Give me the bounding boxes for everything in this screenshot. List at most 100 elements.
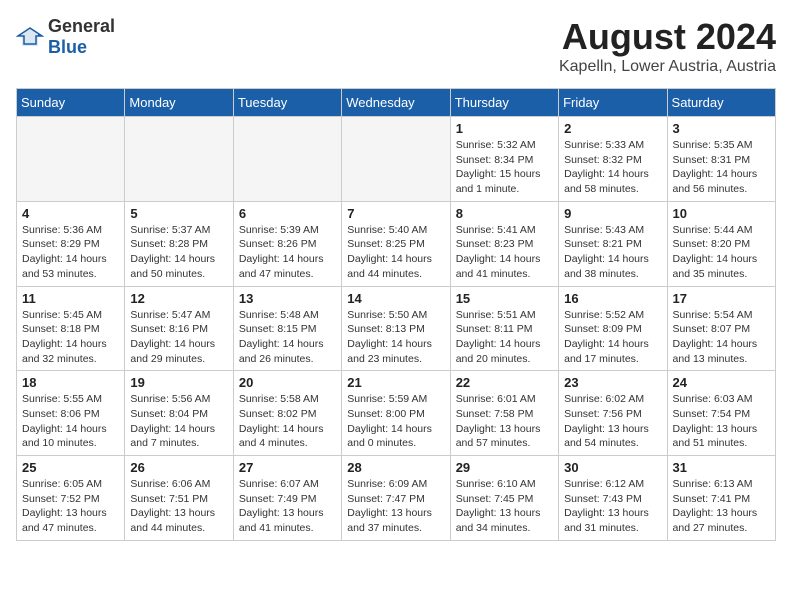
logo-text: General Blue — [48, 16, 115, 58]
day-number: 26 — [130, 460, 227, 475]
day-info: Sunrise: 5:54 AM Sunset: 8:07 PM Dayligh… — [673, 308, 770, 367]
day-info: Sunrise: 6:02 AM Sunset: 7:56 PM Dayligh… — [564, 392, 661, 451]
calendar-cell: 20 Sunrise: 5:58 AM Sunset: 8:02 PM Dayli… — [233, 371, 341, 456]
day-number: 27 — [239, 460, 336, 475]
day-number: 25 — [22, 460, 119, 475]
day-number: 6 — [239, 206, 336, 221]
day-number: 19 — [130, 375, 227, 390]
day-info: Sunrise: 6:09 AM Sunset: 7:47 PM Dayligh… — [347, 477, 444, 536]
day-number: 16 — [564, 291, 661, 306]
weekday-header-friday: Friday — [559, 89, 667, 117]
day-number: 12 — [130, 291, 227, 306]
day-info: Sunrise: 5:55 AM Sunset: 8:06 PM Dayligh… — [22, 392, 119, 451]
calendar-cell: 17 Sunrise: 5:54 AM Sunset: 8:07 PM Dayli… — [667, 286, 775, 371]
calendar-cell: 2 Sunrise: 5:33 AM Sunset: 8:32 PM Daylig… — [559, 117, 667, 202]
calendar-cell: 3 Sunrise: 5:35 AM Sunset: 8:31 PM Daylig… — [667, 117, 775, 202]
weekday-header-thursday: Thursday — [450, 89, 558, 117]
calendar-cell: 28 Sunrise: 6:09 AM Sunset: 7:47 PM Dayli… — [342, 456, 450, 541]
day-info: Sunrise: 6:07 AM Sunset: 7:49 PM Dayligh… — [239, 477, 336, 536]
title-area: August 2024 Kapelln, Lower Austria, Aust… — [559, 16, 776, 76]
calendar-cell: 9 Sunrise: 5:43 AM Sunset: 8:21 PM Daylig… — [559, 201, 667, 286]
day-number: 23 — [564, 375, 661, 390]
day-number: 8 — [456, 206, 553, 221]
day-info: Sunrise: 5:41 AM Sunset: 8:23 PM Dayligh… — [456, 223, 553, 282]
calendar-cell: 29Sunrise: 6:10 AM Sunset: 7:45 PM Dayli… — [450, 456, 558, 541]
day-number: 11 — [22, 291, 119, 306]
day-number: 5 — [130, 206, 227, 221]
day-info: Sunrise: 5:48 AM Sunset: 8:15 PM Dayligh… — [239, 308, 336, 367]
day-info: Sunrise: 5:58 AM Sunset: 8:02 PM Dayligh… — [239, 392, 336, 451]
calendar-cell: 26 Sunrise: 6:06 AM Sunset: 7:51 PM Dayli… — [125, 456, 233, 541]
day-info: Sunrise: 5:36 AM Sunset: 8:29 PM Dayligh… — [22, 223, 119, 282]
day-info: Sunrise: 5:56 AM Sunset: 8:04 PM Dayligh… — [130, 392, 227, 451]
calendar-cell: 24 Sunrise: 6:03 AM Sunset: 7:54 PM Dayli… — [667, 371, 775, 456]
calendar-cell: 10 Sunrise: 5:44 AM Sunset: 8:20 PM Dayli… — [667, 201, 775, 286]
logo-general: General — [48, 16, 115, 36]
day-info: Sunrise: 5:47 AM Sunset: 8:16 PM Dayligh… — [130, 308, 227, 367]
weekday-header-sunday: Sunday — [17, 89, 125, 117]
day-number: 1 — [456, 121, 553, 136]
day-number: 24 — [673, 375, 770, 390]
weekday-header-tuesday: Tuesday — [233, 89, 341, 117]
weekday-header-saturday: Saturday — [667, 89, 775, 117]
calendar-week-row: 4Sunrise: 5:36 AM Sunset: 8:29 PM Daylig… — [17, 201, 776, 286]
day-info: Sunrise: 5:44 AM Sunset: 8:20 PM Dayligh… — [673, 223, 770, 282]
calendar-cell: 14 Sunrise: 5:50 AM Sunset: 8:13 PM Dayli… — [342, 286, 450, 371]
weekday-header-wednesday: Wednesday — [342, 89, 450, 117]
calendar-cell: 23 Sunrise: 6:02 AM Sunset: 7:56 PM Dayli… — [559, 371, 667, 456]
day-number: 14 — [347, 291, 444, 306]
logo-blue: Blue — [48, 37, 87, 57]
calendar-cell: 8 Sunrise: 5:41 AM Sunset: 8:23 PM Daylig… — [450, 201, 558, 286]
day-number: 3 — [673, 121, 770, 136]
calendar-week-row: 25 Sunrise: 6:05 AM Sunset: 7:52 PM Dayli… — [17, 456, 776, 541]
calendar-cell: 21Sunrise: 5:59 AM Sunset: 8:00 PM Dayli… — [342, 371, 450, 456]
calendar-cell: 5Sunrise: 5:37 AM Sunset: 8:28 PM Daylig… — [125, 201, 233, 286]
day-info: Sunrise: 5:52 AM Sunset: 8:09 PM Dayligh… — [564, 308, 661, 367]
logo-icon — [16, 26, 44, 48]
day-number: 2 — [564, 121, 661, 136]
calendar-cell: 31Sunrise: 6:13 AM Sunset: 7:41 PM Dayli… — [667, 456, 775, 541]
day-info: Sunrise: 6:05 AM Sunset: 7:52 PM Dayligh… — [22, 477, 119, 536]
day-number: 7 — [347, 206, 444, 221]
calendar-cell — [342, 117, 450, 202]
day-info: Sunrise: 5:40 AM Sunset: 8:25 PM Dayligh… — [347, 223, 444, 282]
calendar-cell: 12 Sunrise: 5:47 AM Sunset: 8:16 PM Dayli… — [125, 286, 233, 371]
calendar-cell: 19 Sunrise: 5:56 AM Sunset: 8:04 PM Dayli… — [125, 371, 233, 456]
calendar-cell: 11Sunrise: 5:45 AM Sunset: 8:18 PM Dayli… — [17, 286, 125, 371]
day-number: 10 — [673, 206, 770, 221]
day-number: 22 — [456, 375, 553, 390]
day-number: 31 — [673, 460, 770, 475]
day-info: Sunrise: 6:10 AM Sunset: 7:45 PM Dayligh… — [456, 477, 553, 536]
calendar-week-row: 11Sunrise: 5:45 AM Sunset: 8:18 PM Dayli… — [17, 286, 776, 371]
calendar-cell: 30Sunrise: 6:12 AM Sunset: 7:43 PM Dayli… — [559, 456, 667, 541]
calendar-cell: 7 Sunrise: 5:40 AM Sunset: 8:25 PM Daylig… — [342, 201, 450, 286]
calendar-cell: 1Sunrise: 5:32 AM Sunset: 8:34 PM Daylig… — [450, 117, 558, 202]
calendar-cell: 27 Sunrise: 6:07 AM Sunset: 7:49 PM Dayli… — [233, 456, 341, 541]
calendar-cell — [125, 117, 233, 202]
day-info: Sunrise: 5:50 AM Sunset: 8:13 PM Dayligh… — [347, 308, 444, 367]
day-info: Sunrise: 5:35 AM Sunset: 8:31 PM Dayligh… — [673, 138, 770, 197]
calendar-cell: 6 Sunrise: 5:39 AM Sunset: 8:26 PM Daylig… — [233, 201, 341, 286]
day-number: 18 — [22, 375, 119, 390]
calendar-week-row: 18 Sunrise: 5:55 AM Sunset: 8:06 PM Dayli… — [17, 371, 776, 456]
day-number: 13 — [239, 291, 336, 306]
day-number: 30 — [564, 460, 661, 475]
day-info: Sunrise: 5:33 AM Sunset: 8:32 PM Dayligh… — [564, 138, 661, 197]
calendar-cell — [233, 117, 341, 202]
day-info: Sunrise: 6:01 AM Sunset: 7:58 PM Dayligh… — [456, 392, 553, 451]
logo: General Blue — [16, 16, 115, 58]
day-number: 17 — [673, 291, 770, 306]
day-number: 28 — [347, 460, 444, 475]
day-number: 21 — [347, 375, 444, 390]
day-info: Sunrise: 5:39 AM Sunset: 8:26 PM Dayligh… — [239, 223, 336, 282]
calendar-cell: 15Sunrise: 5:51 AM Sunset: 8:11 PM Dayli… — [450, 286, 558, 371]
calendar-cell: 4Sunrise: 5:36 AM Sunset: 8:29 PM Daylig… — [17, 201, 125, 286]
day-number: 9 — [564, 206, 661, 221]
day-number: 20 — [239, 375, 336, 390]
calendar-week-row: 1Sunrise: 5:32 AM Sunset: 8:34 PM Daylig… — [17, 117, 776, 202]
calendar-cell: 16 Sunrise: 5:52 AM Sunset: 8:09 PM Dayli… — [559, 286, 667, 371]
day-info: Sunrise: 6:03 AM Sunset: 7:54 PM Dayligh… — [673, 392, 770, 451]
day-info: Sunrise: 5:43 AM Sunset: 8:21 PM Dayligh… — [564, 223, 661, 282]
weekday-header-monday: Monday — [125, 89, 233, 117]
day-info: Sunrise: 6:06 AM Sunset: 7:51 PM Dayligh… — [130, 477, 227, 536]
